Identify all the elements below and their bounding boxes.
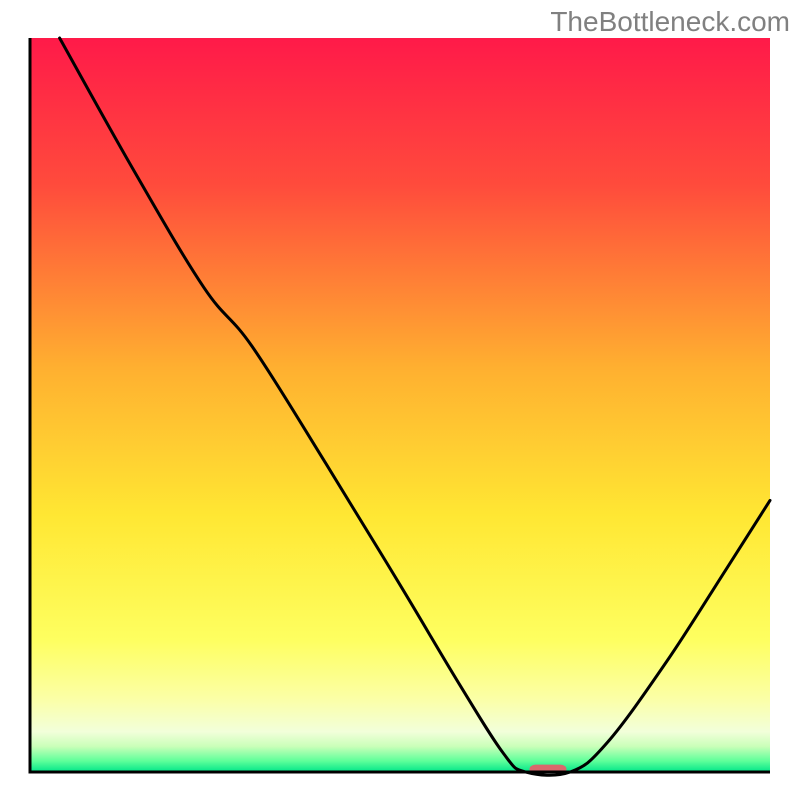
- bottleneck-chart: TheBottleneck.com: [0, 0, 800, 800]
- chart-svg: [0, 0, 800, 800]
- chart-gradient-bg: [30, 38, 770, 772]
